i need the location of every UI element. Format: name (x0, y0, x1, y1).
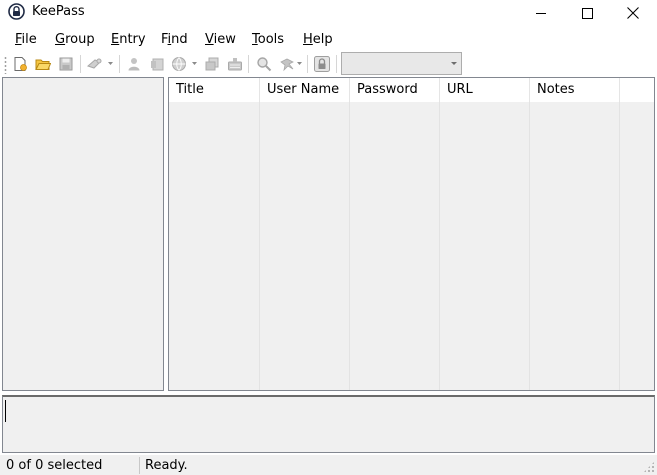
lock-icon[interactable] (312, 54, 332, 74)
minimize-button[interactable] (518, 0, 564, 26)
toolbar-separator (248, 55, 249, 73)
resize-grip[interactable] (643, 461, 655, 473)
column-header-password[interactable]: Password (350, 78, 440, 102)
toolbar-separator (307, 55, 308, 73)
maximize-button[interactable] (564, 0, 610, 26)
menu-bar: File Group Entry Find View Tools Help (0, 29, 657, 51)
column-header-notes[interactable]: Notes (530, 78, 620, 102)
menu-tools[interactable]: Tools (252, 32, 284, 47)
open-url-icon[interactable] (169, 54, 189, 74)
menu-group[interactable]: Group (55, 32, 95, 47)
open-database-icon[interactable] (33, 54, 53, 74)
group-tree-panel[interactable] (2, 77, 164, 391)
column-divider (619, 102, 620, 390)
toolbar-separator (119, 55, 120, 73)
close-button[interactable] (610, 0, 656, 26)
toolbar (0, 51, 657, 77)
entries-dropdown-icon[interactable] (297, 62, 302, 66)
add-entry-icon[interactable] (85, 54, 105, 74)
new-database-icon[interactable] (10, 54, 30, 74)
column-header-user-name[interactable]: User Name (260, 78, 350, 102)
menu-file[interactable]: File (15, 32, 37, 47)
entries-icon[interactable] (277, 54, 297, 74)
toolbar-separator (80, 55, 81, 73)
menu-help[interactable]: Help (303, 32, 333, 47)
text-caret (5, 400, 6, 422)
column-divider (439, 102, 440, 390)
copy-entry-icon[interactable] (202, 54, 222, 74)
keepass-lock-icon (8, 3, 25, 20)
status-bar: 0 of 0 selected Ready. (0, 455, 657, 475)
selection-status: 0 of 0 selected (6, 458, 103, 473)
column-header-url[interactable]: URL (440, 78, 530, 102)
toolbar-separator (336, 55, 337, 73)
chevron-down-icon[interactable] (451, 62, 457, 65)
menu-view[interactable]: View (205, 32, 236, 47)
copy-password-icon[interactable] (147, 54, 167, 74)
menu-find[interactable]: Find (161, 32, 188, 47)
copy-username-icon[interactable] (124, 54, 144, 74)
status-message: Ready. (145, 458, 188, 473)
column-divider (349, 102, 350, 390)
quick-find-combobox[interactable] (341, 52, 462, 75)
find-icon[interactable] (254, 54, 274, 74)
entry-list-panel[interactable]: Title User Name Password URL Notes (168, 77, 655, 391)
toolbar-grip[interactable] (4, 56, 7, 74)
title-bar: KeePass (0, 0, 657, 28)
entry-details-panel[interactable] (2, 395, 655, 453)
status-separator (139, 457, 140, 474)
window-title: KeePass (32, 4, 85, 19)
column-divider (529, 102, 530, 390)
add-entry-dropdown-icon[interactable] (108, 62, 113, 66)
entry-list-header: Title User Name Password URL Notes (169, 78, 654, 102)
column-divider (259, 102, 260, 390)
open-url-dropdown-icon[interactable] (192, 62, 197, 66)
column-header-title[interactable]: Title (169, 78, 260, 102)
autotype-icon[interactable] (225, 54, 245, 74)
menu-entry[interactable]: Entry (111, 32, 146, 47)
save-icon[interactable] (56, 54, 76, 74)
